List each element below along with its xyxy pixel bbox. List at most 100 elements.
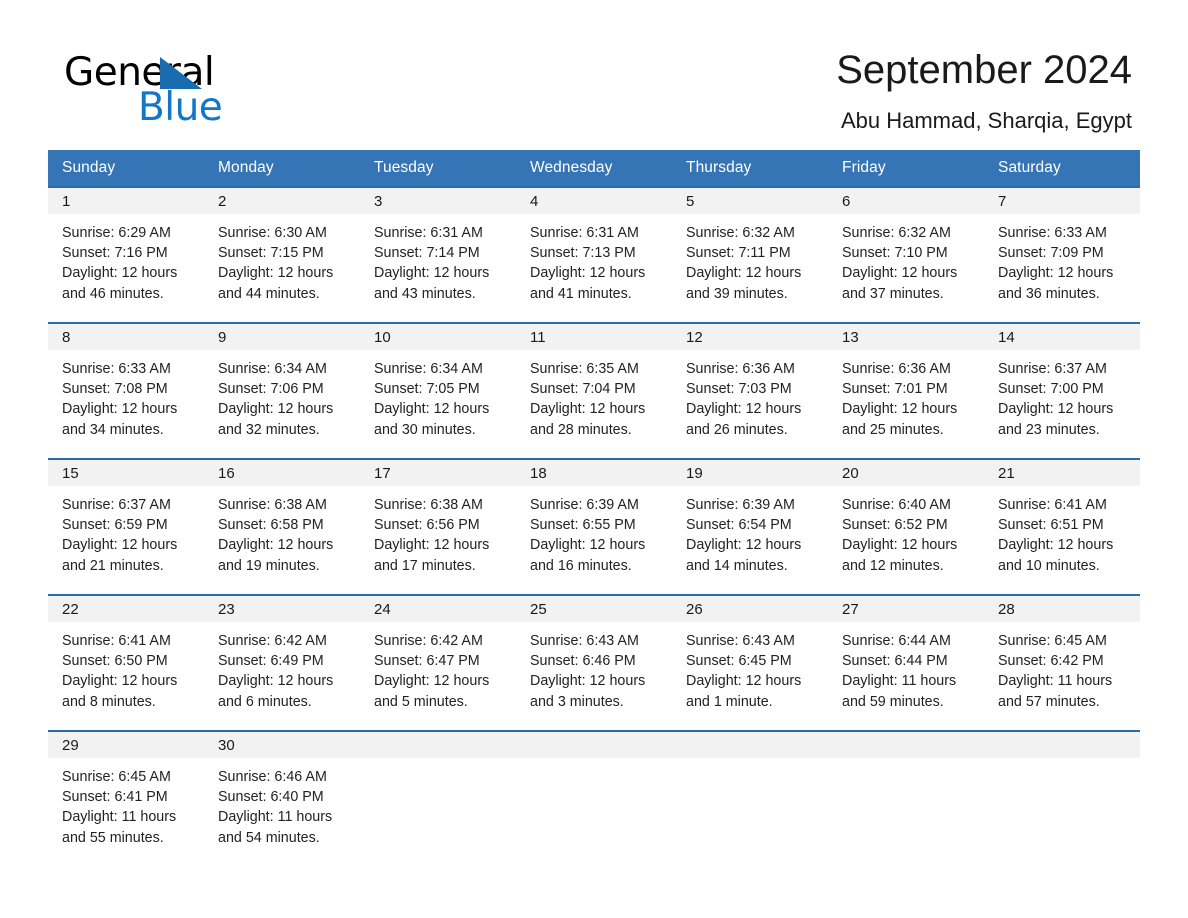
sunrise-text: Sunrise: 6:46 AM: [218, 769, 327, 785]
day-details: Sunrise: 6:43 AM Sunset: 6:46 PM Dayligh…: [516, 622, 672, 712]
day-details: Sunrise: 6:42 AM Sunset: 6:47 PM Dayligh…: [360, 622, 516, 712]
day-details: [516, 758, 672, 767]
sunrise-text: Sunrise: 6:44 AM: [842, 633, 951, 649]
day-details: Sunrise: 6:32 AM Sunset: 7:10 PM Dayligh…: [828, 214, 984, 304]
daylight-text-line2: and 36 minutes.: [998, 285, 1100, 302]
day-details: Sunrise: 6:30 AM Sunset: 7:15 PM Dayligh…: [204, 214, 360, 304]
sunset-text: Sunset: 6:49 PM: [218, 653, 324, 670]
day-cell[interactable]: 7 Sunrise: 6:33 AM Sunset: 7:09 PM Dayli…: [984, 188, 1140, 322]
daylight-text-line1: Daylight: 12 hours: [374, 401, 490, 418]
daylight-text-line1: Daylight: 12 hours: [218, 537, 334, 554]
daylight-text-line2: and 19 minutes.: [218, 557, 320, 574]
day-number: 20: [828, 460, 984, 486]
day-details: Sunrise: 6:37 AM Sunset: 6:59 PM Dayligh…: [48, 486, 204, 576]
day-number: 16: [204, 460, 360, 486]
day-cell[interactable]: 1 Sunrise: 6:29 AM Sunset: 7:16 PM Dayli…: [48, 188, 204, 322]
day-number: 7: [984, 188, 1140, 214]
day-number: 23: [204, 596, 360, 622]
day-cell[interactable]: 13 Sunrise: 6:36 AM Sunset: 7:01 PM Dayl…: [828, 324, 984, 458]
day-number: 18: [516, 460, 672, 486]
daylight-text-line1: Daylight: 12 hours: [998, 401, 1114, 418]
day-number: 3: [360, 188, 516, 214]
day-cell[interactable]: 11 Sunrise: 6:35 AM Sunset: 7:04 PM Dayl…: [516, 324, 672, 458]
daylight-text-line2: and 59 minutes.: [842, 693, 944, 710]
day-cell[interactable]: 25 Sunrise: 6:43 AM Sunset: 6:46 PM Dayl…: [516, 596, 672, 730]
daylight-text-line2: and 17 minutes.: [374, 557, 476, 574]
day-cell[interactable]: 26 Sunrise: 6:43 AM Sunset: 6:45 PM Dayl…: [672, 596, 828, 730]
day-number: 25: [516, 596, 672, 622]
day-cell[interactable]: 27 Sunrise: 6:44 AM Sunset: 6:44 PM Dayl…: [828, 596, 984, 730]
day-details: Sunrise: 6:38 AM Sunset: 6:56 PM Dayligh…: [360, 486, 516, 576]
day-number: [984, 732, 1140, 758]
day-cell[interactable]: 8 Sunrise: 6:33 AM Sunset: 7:08 PM Dayli…: [48, 324, 204, 458]
daylight-text-line1: Daylight: 12 hours: [842, 537, 958, 554]
sunrise-text: Sunrise: 6:42 AM: [374, 633, 483, 649]
day-cell[interactable]: 4 Sunrise: 6:31 AM Sunset: 7:13 PM Dayli…: [516, 188, 672, 322]
daylight-text-line1: Daylight: 12 hours: [374, 537, 490, 554]
sunrise-text: Sunrise: 6:33 AM: [62, 361, 171, 377]
day-cell[interactable]: 15 Sunrise: 6:37 AM Sunset: 6:59 PM Dayl…: [48, 460, 204, 594]
daylight-text-line2: and 30 minutes.: [374, 421, 476, 438]
sunset-text: Sunset: 6:56 PM: [374, 517, 480, 534]
sunrise-text: Sunrise: 6:32 AM: [842, 225, 951, 241]
day-cell[interactable]: 30 Sunrise: 6:46 AM Sunset: 6:40 PM Dayl…: [204, 732, 360, 852]
sunset-text: Sunset: 7:00 PM: [998, 381, 1104, 398]
daylight-text-line1: Daylight: 11 hours: [842, 673, 957, 690]
day-details: Sunrise: 6:39 AM Sunset: 6:54 PM Dayligh…: [672, 486, 828, 576]
day-cell[interactable]: 16 Sunrise: 6:38 AM Sunset: 6:58 PM Dayl…: [204, 460, 360, 594]
daylight-text-line1: Daylight: 12 hours: [530, 401, 646, 418]
day-number: 8: [48, 324, 204, 350]
day-number: 6: [828, 188, 984, 214]
day-cell-empty: [984, 732, 1140, 852]
daylight-text-line2: and 55 minutes.: [62, 829, 164, 846]
daylight-text-line2: and 37 minutes.: [842, 285, 944, 302]
day-cell[interactable]: 10 Sunrise: 6:34 AM Sunset: 7:05 PM Dayl…: [360, 324, 516, 458]
daylight-text-line1: Daylight: 12 hours: [374, 673, 490, 690]
day-cell[interactable]: 21 Sunrise: 6:41 AM Sunset: 6:51 PM Dayl…: [984, 460, 1140, 594]
day-cell[interactable]: 18 Sunrise: 6:39 AM Sunset: 6:55 PM Dayl…: [516, 460, 672, 594]
day-number: 29: [48, 732, 204, 758]
sunset-text: Sunset: 6:52 PM: [842, 517, 948, 534]
day-cell[interactable]: 3 Sunrise: 6:31 AM Sunset: 7:14 PM Dayli…: [360, 188, 516, 322]
daylight-text-line2: and 54 minutes.: [218, 829, 320, 846]
daylight-text-line2: and 6 minutes.: [218, 693, 312, 710]
daylight-text-line2: and 39 minutes.: [686, 285, 788, 302]
sunset-text: Sunset: 6:59 PM: [62, 517, 168, 534]
logo-word-blue: Blue: [138, 85, 223, 130]
day-details: [360, 758, 516, 767]
sunset-text: Sunset: 6:51 PM: [998, 517, 1104, 534]
day-number: 14: [984, 324, 1140, 350]
daylight-text-line1: Daylight: 12 hours: [62, 401, 178, 418]
sunset-text: Sunset: 6:50 PM: [62, 653, 168, 670]
daylight-text-line1: Daylight: 12 hours: [530, 673, 646, 690]
day-cell[interactable]: 12 Sunrise: 6:36 AM Sunset: 7:03 PM Dayl…: [672, 324, 828, 458]
daylight-text-line1: Daylight: 12 hours: [62, 537, 178, 554]
day-cell[interactable]: 20 Sunrise: 6:40 AM Sunset: 6:52 PM Dayl…: [828, 460, 984, 594]
general-blue-logo[interactable]: General Blue: [56, 44, 256, 129]
day-number: 1: [48, 188, 204, 214]
day-cell[interactable]: 24 Sunrise: 6:42 AM Sunset: 6:47 PM Dayl…: [360, 596, 516, 730]
day-cell[interactable]: 29 Sunrise: 6:45 AM Sunset: 6:41 PM Dayl…: [48, 732, 204, 852]
day-cell[interactable]: 23 Sunrise: 6:42 AM Sunset: 6:49 PM Dayl…: [204, 596, 360, 730]
day-cell[interactable]: 28 Sunrise: 6:45 AM Sunset: 6:42 PM Dayl…: [984, 596, 1140, 730]
day-number: 4: [516, 188, 672, 214]
day-number: 22: [48, 596, 204, 622]
day-number: 19: [672, 460, 828, 486]
day-cell[interactable]: 5 Sunrise: 6:32 AM Sunset: 7:11 PM Dayli…: [672, 188, 828, 322]
day-cell[interactable]: 19 Sunrise: 6:39 AM Sunset: 6:54 PM Dayl…: [672, 460, 828, 594]
sunset-text: Sunset: 7:11 PM: [686, 245, 791, 262]
sunrise-text: Sunrise: 6:35 AM: [530, 361, 639, 377]
day-cell[interactable]: 6 Sunrise: 6:32 AM Sunset: 7:10 PM Dayli…: [828, 188, 984, 322]
daylight-text-line2: and 43 minutes.: [374, 285, 476, 302]
daylight-text-line2: and 46 minutes.: [62, 285, 164, 302]
day-cell[interactable]: 9 Sunrise: 6:34 AM Sunset: 7:06 PM Dayli…: [204, 324, 360, 458]
sunrise-text: Sunrise: 6:31 AM: [374, 225, 483, 241]
day-cell[interactable]: 17 Sunrise: 6:38 AM Sunset: 6:56 PM Dayl…: [360, 460, 516, 594]
day-cell[interactable]: 22 Sunrise: 6:41 AM Sunset: 6:50 PM Dayl…: [48, 596, 204, 730]
day-cell[interactable]: 14 Sunrise: 6:37 AM Sunset: 7:00 PM Dayl…: [984, 324, 1140, 458]
day-cell[interactable]: 2 Sunrise: 6:30 AM Sunset: 7:15 PM Dayli…: [204, 188, 360, 322]
day-details: [828, 758, 984, 767]
daylight-text-line2: and 1 minute.: [686, 693, 773, 710]
day-details: Sunrise: 6:38 AM Sunset: 6:58 PM Dayligh…: [204, 486, 360, 576]
day-number: 5: [672, 188, 828, 214]
